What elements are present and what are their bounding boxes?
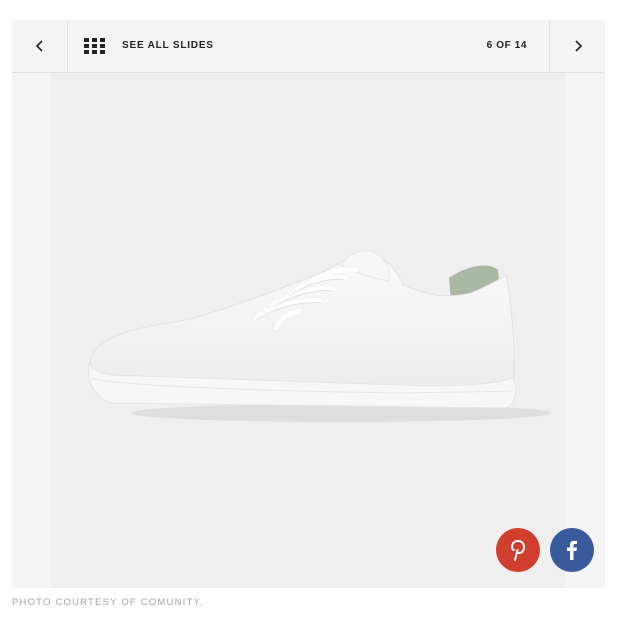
slide-image	[51, 73, 565, 588]
see-all-slides-link[interactable]: SEE ALL SLIDES	[122, 39, 214, 53]
grid-icon[interactable]	[84, 38, 105, 54]
chevron-left-icon	[35, 40, 43, 52]
facebook-share-button[interactable]	[550, 528, 594, 572]
chevron-right-icon	[574, 40, 582, 52]
sneaker-image	[88, 250, 551, 422]
slideshow: SEE ALL SLIDES 6 OF 14	[12, 20, 605, 588]
photo-credit-caption: PHOTO COURTESY OF COMUNITY.	[12, 597, 204, 608]
previous-slide-button[interactable]	[12, 20, 68, 72]
pinterest-share-button[interactable]	[496, 528, 540, 572]
pinterest-icon	[510, 539, 526, 561]
slide-counter: 6 OF 14	[486, 40, 527, 51]
slideshow-toolbar: SEE ALL SLIDES 6 OF 14	[12, 20, 605, 73]
facebook-icon	[567, 540, 577, 560]
next-slide-button[interactable]	[549, 20, 605, 72]
